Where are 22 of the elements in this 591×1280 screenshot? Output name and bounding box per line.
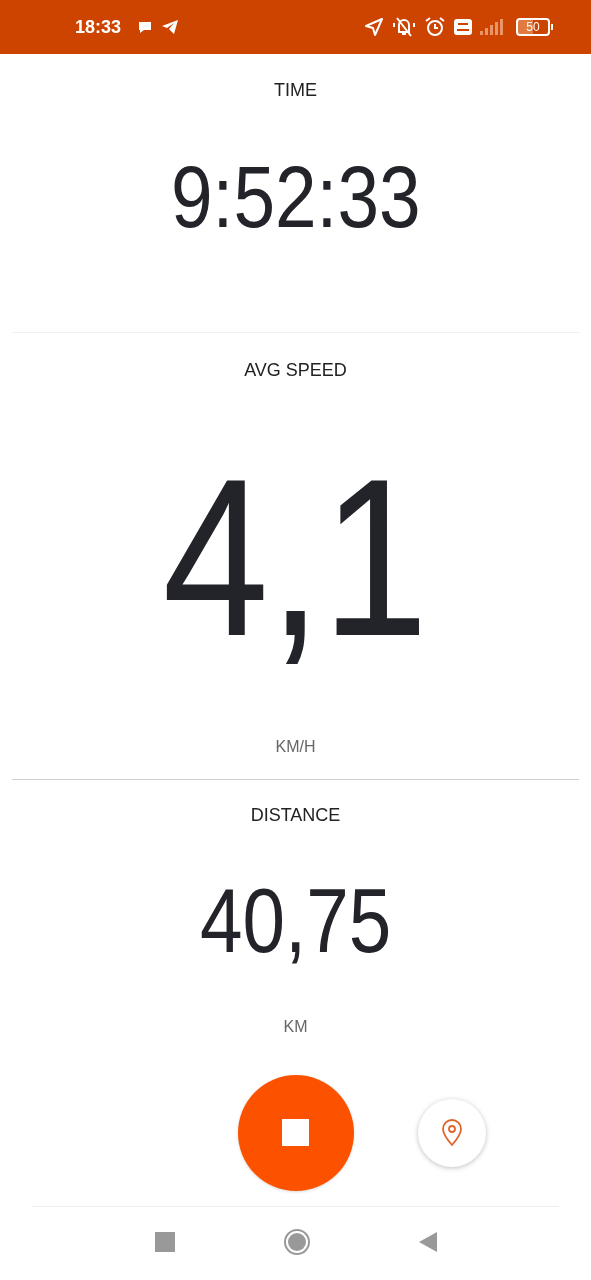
back-icon[interactable] xyxy=(418,1232,437,1252)
metric-label: TIME xyxy=(274,80,317,100)
clock-time: 18:33 xyxy=(75,16,122,38)
home-icon[interactable] xyxy=(282,1228,311,1256)
location-arrow-icon xyxy=(364,17,384,37)
map-pin-icon xyxy=(440,1118,465,1147)
signal-icon xyxy=(480,18,506,36)
recent-apps-icon[interactable] xyxy=(154,1232,175,1252)
battery-icon: 50 xyxy=(516,18,553,36)
metric-value: 4,1 xyxy=(162,445,429,670)
alarm-clock-icon xyxy=(424,16,446,38)
chat-bubble-icon xyxy=(137,19,154,35)
metric-label: AVG SPEED xyxy=(244,360,347,380)
muted-bell-icon xyxy=(392,16,416,38)
paper-plane-icon xyxy=(161,19,180,35)
metric-unit: KM/H xyxy=(275,739,316,755)
metric-value: 9:52:33 xyxy=(170,153,421,241)
location-button[interactable] xyxy=(418,1098,487,1167)
metric-unit: KM xyxy=(283,1019,308,1035)
stop-icon xyxy=(282,1119,309,1146)
metric-label: DISTANCE xyxy=(250,805,341,825)
metric-value: 40,75 xyxy=(199,876,392,966)
